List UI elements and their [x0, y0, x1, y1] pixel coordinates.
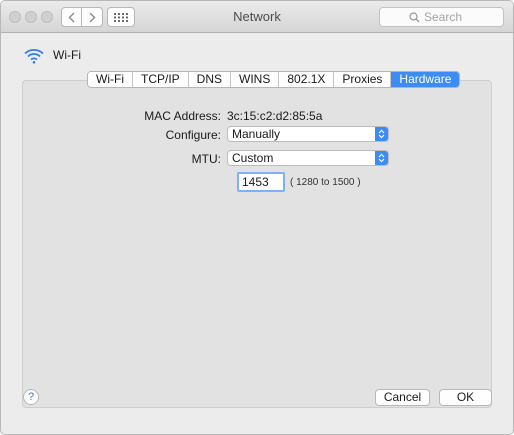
mtu-value: Custom	[232, 151, 274, 165]
tab-hardware[interactable]: Hardware	[391, 72, 460, 87]
tab-bar: Wi-Fi TCP/IP DNS WINS 802.1X Proxies Har…	[87, 71, 461, 88]
back-button[interactable]	[61, 7, 82, 27]
wifi-icon	[24, 48, 44, 64]
tab-wifi[interactable]: Wi-Fi	[88, 72, 133, 87]
tab-dns[interactable]: DNS	[188, 72, 231, 87]
network-window: Network Wi-Fi Wi-Fi TCP/IP DNS WINS 802.…	[0, 0, 514, 435]
help-button[interactable]: ?	[23, 389, 39, 405]
mtu-popup[interactable]: Custom	[227, 150, 389, 166]
title-bar: Network	[1, 1, 513, 33]
popup-arrows-icon	[375, 127, 388, 141]
minimize-window-button[interactable]	[25, 11, 37, 23]
mtu-label: MTU:	[191, 152, 221, 166]
show-all-button[interactable]	[107, 7, 135, 27]
service-header: Wi-Fi	[23, 45, 81, 65]
mtu-range-hint: ( 1280 to 1500 )	[290, 177, 361, 188]
tab-tcpip[interactable]: TCP/IP	[132, 72, 189, 87]
configure-label: Configure:	[165, 128, 221, 142]
zoom-window-button[interactable]	[41, 11, 53, 23]
navigation-buttons	[61, 7, 103, 27]
search-input[interactable]	[424, 10, 474, 24]
ok-button[interactable]: OK	[439, 389, 492, 406]
tab-proxies[interactable]: Proxies	[334, 72, 392, 87]
forward-button[interactable]	[82, 7, 103, 27]
chevron-left-icon	[68, 12, 75, 22]
tab-wins[interactable]: WINS	[231, 72, 280, 87]
cancel-button[interactable]: Cancel	[375, 389, 430, 406]
configure-value: Manually	[232, 127, 281, 141]
mac-address-value: 3c:15:c2:d2:85:5a	[227, 109, 323, 123]
popup-arrows-icon	[375, 151, 388, 165]
mac-address-label: MAC Address:	[144, 109, 221, 123]
grid-icon	[114, 12, 128, 22]
close-window-button[interactable]	[9, 11, 21, 23]
search-field[interactable]	[379, 7, 504, 27]
chevron-right-icon	[89, 12, 95, 22]
mtu-custom-input[interactable]	[237, 172, 285, 192]
service-label: Wi-Fi	[53, 48, 81, 62]
search-icon	[409, 11, 420, 22]
tab-8021x[interactable]: 802.1X	[279, 72, 335, 87]
configure-popup[interactable]: Manually	[227, 126, 389, 142]
